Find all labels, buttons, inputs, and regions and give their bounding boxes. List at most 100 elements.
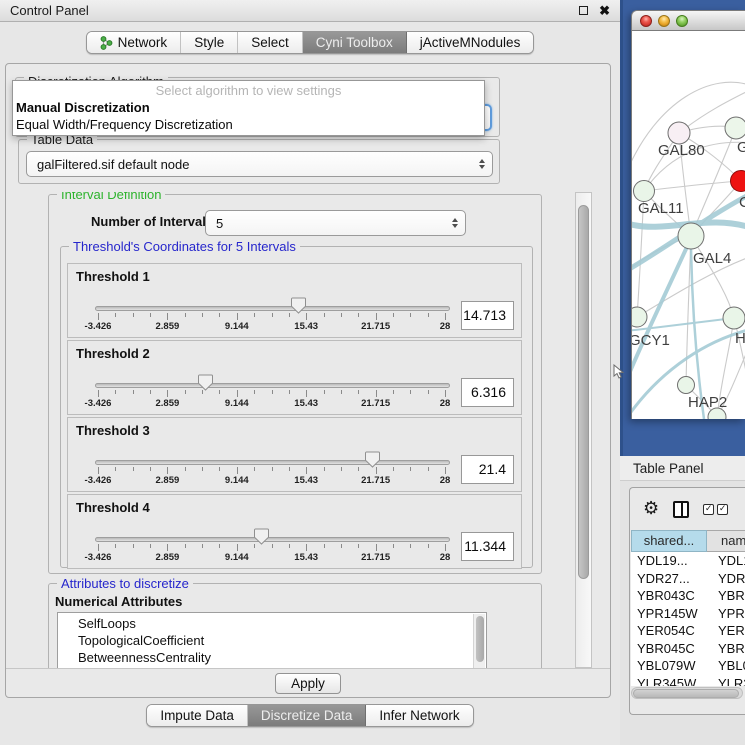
slider-track[interactable] xyxy=(95,383,450,388)
table-row[interactable]: YPR145WYPR145W xyxy=(631,605,745,623)
table-cell[interactable]: YBL079W xyxy=(707,657,745,675)
table-cell[interactable]: YBR045C xyxy=(631,640,707,658)
slider-track[interactable] xyxy=(95,306,450,311)
tab-discretize-data-label: Discretize Data xyxy=(261,708,353,723)
network-graph-icon xyxy=(100,36,113,50)
algorithm-option-manual[interactable]: Manual Discretization xyxy=(13,99,484,116)
threshold-value-field[interactable]: 14.713 xyxy=(461,301,514,330)
numerical-attributes-list[interactable]: SelfLoopsTopologicalCoefficientBetweenne… xyxy=(57,612,487,668)
table-cell[interactable]: YLR345W xyxy=(631,675,707,687)
table-cell[interactable]: YDL19 xyxy=(707,552,745,570)
slider-thumb[interactable] xyxy=(365,451,380,468)
threshold-value-field[interactable]: 6.316 xyxy=(461,378,514,407)
tab-infer-network[interactable]: Infer Network xyxy=(366,705,472,726)
network-node[interactable] xyxy=(725,117,745,139)
algorithm-option-equal-width[interactable]: Equal Width/Frequency Discretization xyxy=(13,116,484,133)
list-vertical-scrollbar[interactable] xyxy=(473,614,485,668)
table-cell[interactable]: YDR27 xyxy=(707,570,745,588)
tab-impute-data[interactable]: Impute Data xyxy=(147,705,248,726)
number-of-intervals-combobox[interactable]: 5 xyxy=(205,210,466,236)
threshold-value-field[interactable]: 11.344 xyxy=(461,532,514,561)
checkbox-icon[interactable]: ✓ xyxy=(717,504,728,515)
table-cell[interactable]: YPR145W xyxy=(707,605,745,623)
slider-tick xyxy=(358,390,359,394)
scrollbar-thumb[interactable] xyxy=(476,616,484,662)
network-view-window[interactable]: GAL80GACGAL11GAL4GCY1HHAP2 xyxy=(631,10,745,419)
network-canvas[interactable]: GAL80GACGAL11GAL4GCY1HHAP2 xyxy=(631,31,745,419)
network-node[interactable] xyxy=(668,122,690,144)
table-cell[interactable]: YDL19... xyxy=(631,552,707,570)
tab-network[interactable]: Network xyxy=(87,32,182,53)
network-node[interactable] xyxy=(731,171,745,192)
slider-tick xyxy=(133,544,134,548)
scrollbar-thumb[interactable] xyxy=(633,689,739,698)
table-horizontal-scrollbar[interactable] xyxy=(631,687,743,699)
column-view-icon[interactable] xyxy=(673,501,689,518)
slider-tick xyxy=(324,467,325,471)
node-attribute-table[interactable]: shared... name YDL19...YDL19YDR27...YDR2… xyxy=(631,530,745,686)
network-node-label: GAL80 xyxy=(658,142,705,159)
network-node-label: GA xyxy=(737,139,745,156)
network-node[interactable] xyxy=(678,223,704,249)
network-node[interactable] xyxy=(634,181,655,202)
tab-style[interactable]: Style xyxy=(181,32,238,53)
tab-discretize-data[interactable]: Discretize Data xyxy=(248,705,367,726)
column-header-shared-name[interactable]: shared... xyxy=(631,530,707,552)
table-cell[interactable]: YDR27... xyxy=(631,570,707,588)
slider-track[interactable] xyxy=(95,537,450,542)
chevron-updown-icon xyxy=(479,159,485,169)
column-header-name[interactable]: name xyxy=(707,530,745,552)
table-row[interactable]: YBR045CYBR045C xyxy=(631,640,745,658)
table-cell[interactable]: YBL079W xyxy=(631,657,707,675)
table-row[interactable]: YER054CYER054C xyxy=(631,622,745,640)
checkbox-icon[interactable]: ✓ xyxy=(703,504,714,515)
close-traffic-light-icon[interactable] xyxy=(640,15,652,27)
control-panel-title: Control Panel xyxy=(10,3,89,18)
panel-vertical-scrollbar[interactable] xyxy=(575,192,592,668)
tab-jactivemnodules[interactable]: jActiveMNodules xyxy=(407,32,534,53)
network-graph[interactable]: GAL80GACGAL11GAL4GCY1HHAP2 xyxy=(632,31,745,419)
table-cell[interactable]: YER054C xyxy=(707,622,745,640)
table-row[interactable]: YDL19...YDL19 xyxy=(631,552,745,570)
attribute-list-item[interactable]: TopologicalCoefficient xyxy=(58,632,486,649)
table-row[interactable]: YBL079WYBL079W xyxy=(631,657,745,675)
threshold-value-field[interactable]: 21.4 xyxy=(461,455,514,484)
tab-select[interactable]: Select xyxy=(238,32,303,53)
table-row[interactable]: YLR345WYLR345W xyxy=(631,675,745,687)
slider-tick-label: 21.715 xyxy=(346,321,406,332)
network-node-label: GAL11 xyxy=(638,200,684,217)
scrollbar-thumb[interactable] xyxy=(578,205,589,579)
table-cell[interactable]: YBR043C xyxy=(631,587,707,605)
table-cell[interactable]: YLR345W xyxy=(707,675,745,687)
network-node[interactable] xyxy=(723,307,745,329)
apply-button[interactable]: Apply xyxy=(275,673,341,694)
zoom-traffic-light-icon[interactable] xyxy=(676,15,688,27)
slider-tick xyxy=(376,467,377,474)
slider-track[interactable] xyxy=(95,460,450,465)
table-row[interactable]: YDR27...YDR27 xyxy=(631,570,745,588)
table-cell[interactable]: YBR043C xyxy=(707,587,745,605)
table-cell[interactable]: YPR145W xyxy=(631,605,707,623)
network-node[interactable] xyxy=(632,307,647,327)
slider-tick xyxy=(185,544,186,548)
gear-icon[interactable]: ⚙ xyxy=(643,500,659,518)
chevron-updown-icon xyxy=(452,218,458,228)
table-row[interactable]: YBR043CYBR043C xyxy=(631,587,745,605)
table-cell[interactable]: YBR045C xyxy=(707,640,745,658)
tab-impute-data-label: Impute Data xyxy=(160,708,234,723)
table-cell[interactable]: YER054C xyxy=(631,622,707,640)
minimize-traffic-light-icon[interactable] xyxy=(658,15,670,27)
float-window-icon[interactable] xyxy=(579,6,588,15)
slider-tick xyxy=(341,390,342,394)
attribute-list-item[interactable]: BetweennessCentrality xyxy=(58,649,486,666)
slider-thumb[interactable] xyxy=(254,528,269,545)
slider-thumb[interactable] xyxy=(291,297,306,314)
network-window-titlebar[interactable] xyxy=(631,10,745,31)
table-data-combobox[interactable]: galFiltered.sif default node xyxy=(26,151,493,177)
network-node[interactable] xyxy=(678,377,695,394)
tab-cyni-toolbox[interactable]: Cyni Toolbox xyxy=(303,32,407,53)
attribute-list-item[interactable]: SelfLoops xyxy=(58,615,486,632)
close-icon[interactable]: ✖ xyxy=(599,4,610,17)
slider-thumb[interactable] xyxy=(198,374,213,391)
algorithm-placeholder-option[interactable]: Select algorithm to view settings xyxy=(13,81,484,99)
